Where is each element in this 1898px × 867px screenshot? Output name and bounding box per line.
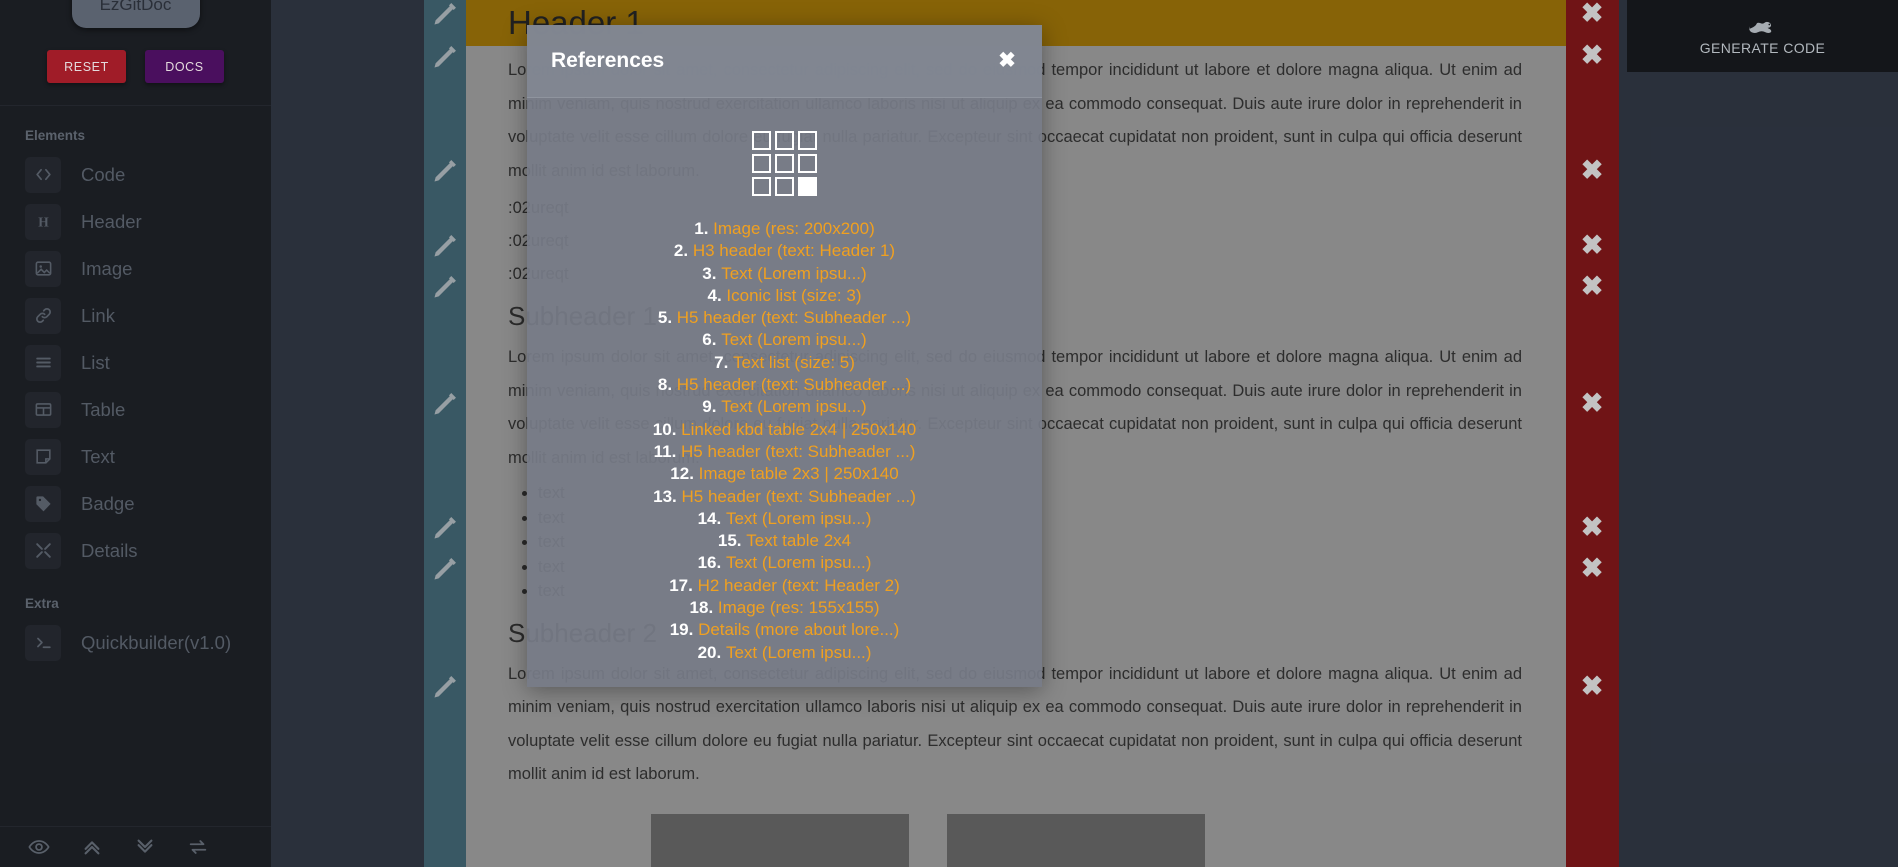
reference-item[interactable]: H5 header (text: Subheader ...) [527,307,1042,329]
reference-item[interactable]: H2 header (text: Header 2) [527,575,1042,597]
reference-item[interactable]: Text list (size: 5) [527,352,1042,374]
close-icon[interactable]: ✖ [994,48,1020,74]
grid-cell [775,131,794,150]
reference-item[interactable]: Details (more about lore...) [527,619,1042,641]
grid-cell [752,154,771,173]
modal-title: References [551,49,665,72]
reference-item[interactable]: Image (res: 200x200) [527,218,1042,240]
references-modal: References ✖ Image (res: 200x200) H3 hea… [527,25,1042,687]
reference-item[interactable]: Image (res: 155x155) [527,597,1042,619]
app-root: EzGitDoc RESET DOCS Elements Code H Head… [0,0,1898,867]
reference-item[interactable]: Text (Lorem ipsu...) [527,552,1042,574]
reference-item[interactable]: Text (Lorem ipsu...) [527,263,1042,285]
reference-item[interactable]: Text (Lorem ipsu...) [527,329,1042,351]
modal-header: References ✖ [527,25,1042,98]
grid-cell [775,154,794,173]
reference-item[interactable]: Text (Lorem ipsu...) [527,396,1042,418]
grid-cell [798,154,817,173]
reference-item[interactable]: Text (Lorem ipsu...) [527,508,1042,530]
reference-item[interactable]: H5 header (text: Subheader ...) [527,441,1042,463]
reference-item[interactable]: Linked kbd table 2x4 | 250x140 [527,419,1042,441]
modal-body: Image (res: 200x200) H3 header (text: He… [527,98,1042,687]
grid-cell-active [798,177,817,196]
reference-item[interactable]: Image table 2x3 | 250x140 [527,463,1042,485]
grid-cell [752,131,771,150]
grid-cell [752,177,771,196]
reference-item[interactable]: H5 header (text: Subheader ...) [527,486,1042,508]
reference-item[interactable]: H5 header (text: Subheader ...) [527,374,1042,396]
grid-cell [775,177,794,196]
reference-item[interactable]: Text (Lorem ipsu...) [527,642,1042,664]
grid-cell [798,131,817,150]
reference-item[interactable]: H3 header (text: Header 1) [527,240,1042,262]
grid-3x3-icon [752,131,817,196]
references-list: Image (res: 200x200) H3 header (text: He… [527,218,1042,664]
reference-item[interactable]: Iconic list (size: 3) [527,285,1042,307]
reference-item[interactable]: Text table 2x4 [527,530,1042,552]
